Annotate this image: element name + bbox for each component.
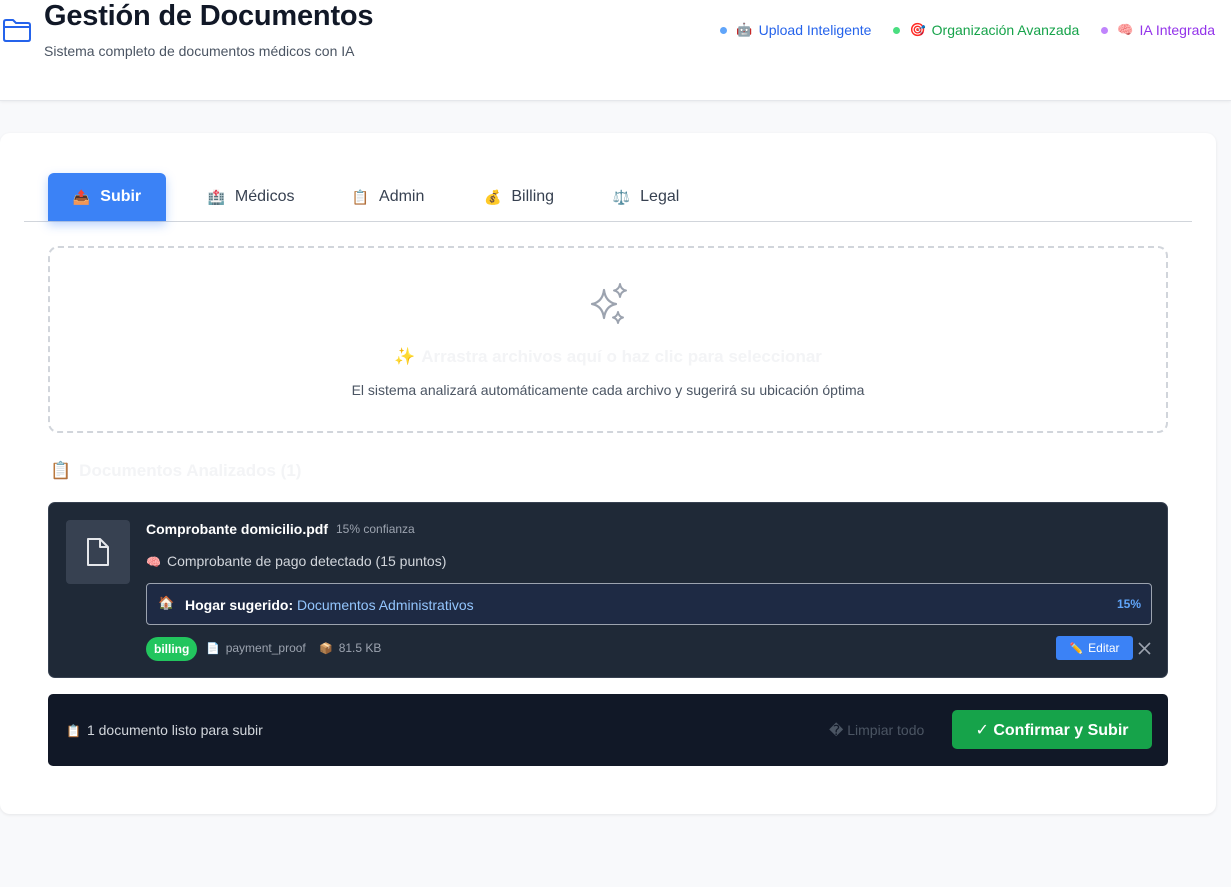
feature-ai: 🧠 IA Integrada <box>1101 22 1215 38</box>
dropzone-title: ✨ Arrastra archivos aquí o haz clic para … <box>50 347 1166 367</box>
dropzone-subtitle: El sistema analizará automáticamente cad… <box>351 382 865 398</box>
feature-list: 🤖 Upload Inteligente 🎯 Organización Avan… <box>720 22 1215 38</box>
clipboard-icon: 📋 <box>351 188 370 205</box>
brain-icon: 🧠 <box>146 555 161 569</box>
document-size-text: 81.5 KB <box>338 641 382 655</box>
clipboard-icon: 📋 <box>66 724 81 738</box>
clipboard-icon: 📋 <box>50 461 72 480</box>
documents-card: 📤 Subir 🏥 Médicos 📋 Admin 💰 Billing ⚖️ L… <box>0 133 1216 814</box>
document-confidence: 15% confianza <box>336 522 415 536</box>
sparkles-icon <box>590 283 627 324</box>
document-name: Comprobante domicilio.pdf <box>146 521 328 537</box>
ready-status-text: 1 documento listo para subir <box>86 722 263 738</box>
clear-all-button[interactable]: � Limpiar todo <box>829 722 924 739</box>
tab-subir[interactable]: 📤 Subir <box>48 173 166 221</box>
page-subtitle: Sistema completo de documentos médicos c… <box>44 43 355 59</box>
tab-label: Billing <box>511 188 555 205</box>
feature-label: Upload Inteligente <box>758 22 872 38</box>
feature-dot <box>1101 26 1109 34</box>
document-thumbnail <box>66 520 130 584</box>
document-size: 📦 81.5 KB <box>319 641 381 655</box>
feature-organization: 🎯 Organización Avanzada <box>893 22 1079 38</box>
money-bag-icon: 💰 <box>483 188 502 205</box>
tab-label: Admin <box>379 188 425 205</box>
page-title: Gestión de Documentos <box>44 0 374 32</box>
detection-text: Comprobante de pago detectado (15 puntos… <box>166 553 447 569</box>
document-detection: 🧠 Comprobante de pago detectado (15 punto… <box>146 553 446 569</box>
tab-legal[interactable]: ⚖️ Legal <box>594 173 698 221</box>
dropzone-title-text: Arrastra archivos aquí o haz clic para s… <box>421 347 822 366</box>
scales-icon: ⚖️ <box>612 188 631 205</box>
app-header: Gestión de Documentos Sistema completo d… <box>0 0 1231 101</box>
edit-button[interactable]: ✏️ Editar <box>1056 636 1133 660</box>
tab-billing[interactable]: 💰 Billing <box>464 173 574 221</box>
package-icon: 📦 <box>319 642 333 655</box>
suggested-home-box: 🏠 Hogar sugerido: Documentos Administrat… <box>146 583 1152 625</box>
tab-label: Subir <box>100 188 142 205</box>
hospital-icon: 🏥 <box>207 188 225 205</box>
upload-footer-bar: 📋 1 documento listo para subir � Limpiar … <box>48 694 1168 766</box>
brain-icon: 🧠 <box>1117 22 1134 37</box>
close-icon[interactable] <box>1138 642 1151 655</box>
feature-dot <box>893 26 901 34</box>
file-icon <box>87 538 109 566</box>
analyzed-section-title: 📋 Documentos Analizados (1) <box>50 461 301 481</box>
ready-status: 📋 1 documento listo para subir <box>66 722 263 738</box>
sparkle-emoji-icon: ✨ <box>394 347 416 366</box>
target-icon: 🎯 <box>909 22 926 37</box>
pencil-icon: ✏️ <box>1069 642 1084 655</box>
outbox-icon: 📤 <box>72 188 91 205</box>
document-type: 📄 payment_proof <box>206 641 306 655</box>
page-icon: 📄 <box>206 642 220 655</box>
confirm-upload-button[interactable]: ✓ Confirmar y Subir <box>952 710 1152 749</box>
folder-icon <box>3 19 31 42</box>
suggested-home-label: Hogar sugerido: <box>185 597 294 613</box>
analyzed-title-text: Documentos Analizados (1) <box>79 461 302 480</box>
suggested-home-percent: 15% <box>1116 597 1141 611</box>
feature-dot <box>720 26 728 34</box>
suggested-home-value: Documentos Administrativos <box>297 597 474 613</box>
file-dropzone[interactable]: ✨ Arrastra archivos aquí o haz clic para … <box>48 246 1168 433</box>
feature-upload: 🤖 Upload Inteligente <box>720 22 871 38</box>
category-tag: billing <box>146 637 198 661</box>
feature-label: Organización Avanzada <box>931 22 1080 38</box>
feature-label: IA Integrada <box>1139 22 1215 38</box>
document-type-text: payment_proof <box>225 641 306 655</box>
robot-icon: 🤖 <box>736 22 753 37</box>
edit-label: Editar <box>1088 641 1120 655</box>
tab-label: Legal <box>640 188 680 205</box>
document-card: Comprobante domicilio.pdf 15% confianza … <box>48 502 1168 678</box>
tab-medicos[interactable]: 🏥 Médicos <box>186 173 316 221</box>
tab-admin[interactable]: 📋 Admin <box>332 173 444 221</box>
house-icon: 🏠 <box>158 595 175 610</box>
tab-label: Médicos <box>234 188 295 205</box>
tab-bar: 📤 Subir 🏥 Médicos 📋 Admin 💰 Billing ⚖️ L… <box>24 173 1192 222</box>
